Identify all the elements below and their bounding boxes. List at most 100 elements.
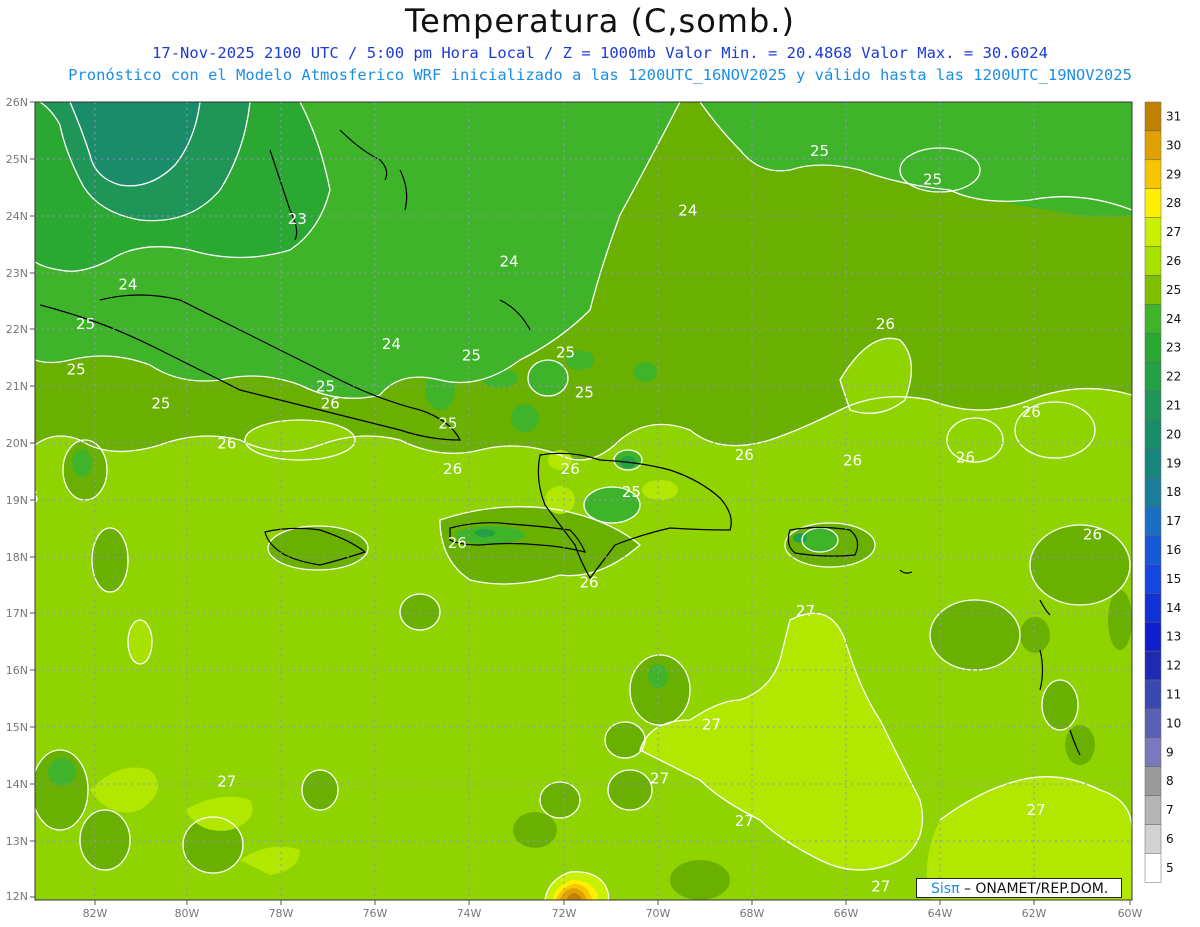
colorbar-swatch [1144, 679, 1162, 710]
contour-label: 25 [151, 395, 170, 413]
colorbar-swatch [1144, 332, 1162, 363]
contour-label: 26 [579, 574, 598, 592]
lat-label: 21N [6, 380, 28, 393]
colorbar-swatch [1144, 766, 1162, 796]
lon-label: 62W [1022, 907, 1047, 920]
colorbar-swatch [1144, 824, 1162, 854]
colorbar-label: 28 [1166, 196, 1181, 210]
colorbar-label: 16 [1166, 543, 1181, 557]
colorbar-label: 11 [1166, 687, 1181, 701]
colorbar: 31 30 29 28 27 26 25 24 23 22 21 20 19 18 17 16 15 14 13 12… [1144, 101, 1181, 883]
contour-label: 24 [382, 335, 401, 353]
contour-label: 25 [923, 170, 942, 188]
lon-label: 74W [457, 907, 482, 920]
lon-label: 64W [928, 907, 953, 920]
lat-label: 23N [6, 267, 28, 280]
lat-label: 13N [6, 835, 28, 848]
colorbar-swatch [1144, 130, 1162, 161]
colorbar-label: 29 [1166, 167, 1181, 181]
lat-label: 16N [6, 664, 28, 677]
colorbar-label: 12 [1166, 659, 1181, 673]
colorbar-label: 10 [1166, 716, 1181, 730]
contour-label: 25 [462, 346, 481, 364]
colorbar-swatch [1144, 650, 1162, 681]
colorbar-swatch [1144, 159, 1162, 189]
contour-label: 26 [448, 534, 467, 552]
lat-label: 20N [6, 437, 28, 450]
contour-label: 26 [443, 460, 462, 478]
lon-label: 66W [834, 907, 859, 920]
colorbar-swatch [1144, 506, 1162, 536]
contour-label: 26 [561, 460, 580, 478]
contour-label: 27 [217, 772, 236, 790]
colorbar-swatch [1144, 477, 1162, 507]
lat-label: 12N [6, 890, 28, 903]
colorbar-label: 31 [1166, 109, 1181, 123]
colorbar-swatch [1144, 853, 1162, 883]
contour-label: 26 [843, 452, 862, 470]
colorbar-swatch [1144, 448, 1162, 478]
contour-label: 26 [876, 315, 895, 333]
lat-label: 17N [6, 607, 28, 620]
colorbar-label: 24 [1166, 312, 1181, 326]
colorbar-label: 20 [1166, 427, 1181, 441]
lat-label: 22N [6, 323, 28, 336]
colorbar-swatch [1144, 246, 1162, 276]
colorbar-swatch [1144, 188, 1162, 218]
lon-label: 70W [646, 907, 671, 920]
colorbar-label: 22 [1166, 370, 1181, 384]
colorbar-swatch [1144, 708, 1162, 739]
colorbar-label: 15 [1166, 572, 1181, 586]
colorbar-label: 26 [1166, 254, 1181, 268]
colorbar-label: 25 [1166, 283, 1181, 297]
colorbar-label: 5 [1166, 861, 1174, 875]
colorbar-swatch [1144, 304, 1162, 334]
colorbar-label: 17 [1166, 514, 1181, 528]
lon-label: 82W [83, 907, 108, 920]
colorbar-label: 30 [1166, 138, 1181, 152]
lon-label: 78W [269, 907, 294, 920]
colorbar-swatch [1144, 361, 1162, 392]
colorbar-label: 23 [1166, 341, 1181, 355]
colorbar-swatch [1144, 217, 1162, 247]
lon-label: 60W [1118, 907, 1143, 920]
shaded-field: 25252423242425242625 252525262525 26252626… [35, 102, 1132, 900]
contour-label: 27 [796, 602, 815, 620]
lat-label: 19N [6, 494, 28, 507]
colorbar-swatch [1144, 101, 1162, 132]
temperature-map: 25252423242425242625 252525262525 26252626… [6, 96, 1182, 920]
colorbar-label: 9 [1166, 745, 1174, 759]
contour-label: 25 [76, 315, 95, 333]
credit-box: Sisπ – ONAMET/REP.DOM. [916, 878, 1122, 898]
colorbar-label: 27 [1166, 225, 1181, 239]
colorbar-label: 21 [1166, 398, 1181, 412]
lon-label: 68W [740, 907, 765, 920]
contour-label: 27 [650, 770, 669, 788]
contour-label: 25 [67, 361, 86, 379]
lat-label: 24N [6, 210, 28, 223]
contour-label: 25 [810, 142, 829, 160]
contour-label: 25 [575, 383, 594, 401]
colorbar-swatch [1144, 564, 1162, 594]
contour-label: 26 [1083, 525, 1102, 543]
colorbar-label: 18 [1166, 485, 1181, 499]
contour-label: 24 [118, 275, 137, 293]
colorbar-swatch [1144, 390, 1162, 421]
colorbar-swatch [1144, 419, 1162, 450]
contour-label: 26 [735, 446, 754, 464]
colorbar-swatch [1144, 795, 1162, 825]
contour-label: 27 [702, 716, 721, 734]
credit-text: – ONAMET/REP.DOM. [959, 881, 1109, 897]
contour-label: 27 [1026, 801, 1045, 819]
contour-label: 26 [217, 434, 236, 452]
colorbar-label: 13 [1166, 630, 1181, 644]
lon-label: 76W [363, 907, 388, 920]
lat-label: 15N [6, 721, 28, 734]
contour-label: 25 [438, 415, 457, 433]
contour-label: 27 [735, 812, 754, 830]
contour-label: 24 [499, 253, 518, 271]
sispi-logo: Sisπ [931, 881, 960, 897]
colorbar-swatch [1144, 593, 1162, 623]
latitude-labels: 26N 25N 24N 23N 22N 21N 20N 19N 18N 17N … [6, 96, 28, 903]
lat-label: 18N [6, 551, 28, 564]
